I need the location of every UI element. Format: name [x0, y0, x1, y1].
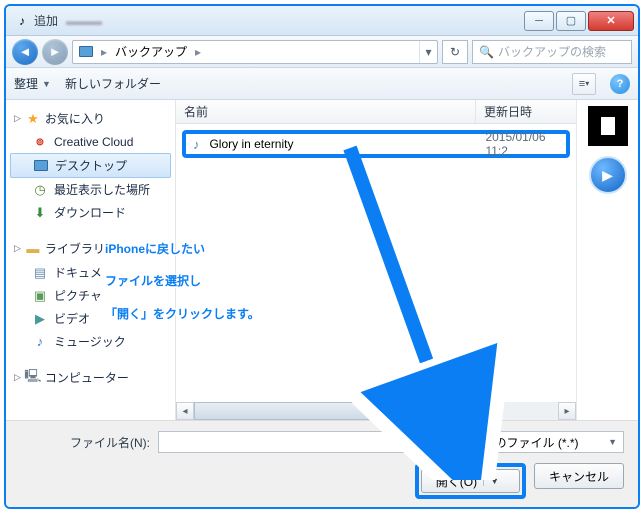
title-extra: ▬▬▬	[66, 14, 102, 28]
window-buttons: ─ ▢ ✕	[524, 11, 634, 31]
open-button-highlight: 開く(O)▼	[415, 463, 526, 499]
forward-button[interactable]: ►	[42, 39, 68, 65]
file-date: 2015/01/06 11:2	[485, 130, 563, 158]
refresh-button[interactable]: ↻	[442, 40, 468, 64]
toolbar: 整理▼ 新しいフォルダー ≡▾ ?	[6, 68, 638, 100]
dialog-body: ▷★ お気に入り ⊚ Creative Cloud デスクトップ ◷ 最近表示し…	[6, 100, 638, 420]
sidebar-item-documents[interactable]: ▤ ドキュメ	[6, 261, 175, 284]
music-icon: ♪	[32, 334, 48, 350]
audio-file-icon: ♪	[189, 136, 203, 152]
picture-icon: ▣	[32, 288, 48, 304]
file-list: 名前 更新日時 ♪ Glory in eternity 2015/01/06 1…	[176, 100, 576, 420]
breadcrumb-pc-icon	[79, 46, 93, 57]
back-button[interactable]: ◄	[12, 39, 38, 65]
app-icon: ♪	[14, 13, 30, 29]
creative-cloud-icon: ⊚	[32, 134, 48, 150]
main-area: 名前 更新日時 ♪ Glory in eternity 2015/01/06 1…	[176, 100, 638, 420]
sidebar-item-creative-cloud[interactable]: ⊚ Creative Cloud	[6, 131, 175, 153]
star-icon: ★	[25, 111, 41, 127]
organize-menu[interactable]: 整理▼	[14, 75, 51, 92]
titlebar[interactable]: ♪ 追加 ▬▬▬ ─ ▢ ✕	[6, 6, 638, 36]
preview-pane: ▶	[576, 100, 638, 420]
library-icon: ▬	[25, 241, 41, 257]
filename-label: ファイル名(N):	[20, 434, 150, 451]
preview-thumbnail	[588, 106, 628, 146]
file-row[interactable]: ♪ Glory in eternity 2015/01/06 11:2	[189, 130, 563, 158]
list-header: 名前 更新日時	[176, 100, 576, 124]
view-button[interactable]: ≡▾	[572, 73, 596, 95]
breadcrumb-sep-icon: ▸	[193, 45, 203, 59]
new-folder-button[interactable]: 新しいフォルダー	[65, 75, 161, 92]
sidebar-item-pictures[interactable]: ▣ ピクチャ	[6, 284, 175, 307]
window-title: 追加	[34, 12, 58, 29]
scroll-thumb[interactable]	[194, 402, 412, 420]
column-name[interactable]: 名前	[176, 100, 476, 123]
open-split-icon[interactable]: ▼	[483, 476, 505, 486]
search-icon: 🔍	[479, 45, 494, 59]
help-button[interactable]: ?	[610, 74, 630, 94]
dialog-window: ♪ 追加 ▬▬▬ ─ ▢ ✕ ◄ ► ▸ バックアップ ▸ ▾ ↻ 🔍 バックア…	[4, 4, 640, 509]
scroll-right-button[interactable]: ▸	[558, 402, 576, 420]
address-bar[interactable]: ▸ バックアップ ▸ ▾	[72, 40, 438, 64]
open-button[interactable]: 開く(O)▼	[421, 469, 520, 493]
computer-icon: 🖳	[25, 370, 41, 386]
sidebar: ▷★ お気に入り ⊚ Creative Cloud デスクトップ ◷ 最近表示し…	[6, 100, 176, 420]
video-icon: ▶	[32, 311, 48, 327]
nav-row: ◄ ► ▸ バックアップ ▸ ▾ ↻ 🔍 バックアップの検索	[6, 36, 638, 68]
sidebar-libraries-header[interactable]: ▷▬ ライブラリ	[6, 236, 175, 261]
document-icon: ▤	[32, 265, 48, 281]
filename-dropdown[interactable]: ▼	[438, 431, 456, 453]
breadcrumb-sep-icon: ▸	[99, 45, 109, 59]
sidebar-item-recent[interactable]: ◷ 最近表示した場所	[6, 178, 175, 201]
sidebar-item-desktop[interactable]: デスクトップ	[10, 153, 171, 178]
cancel-button[interactable]: キャンセル	[534, 463, 624, 489]
maximize-button[interactable]: ▢	[556, 11, 586, 31]
address-dropdown[interactable]: ▾	[419, 41, 437, 63]
file-type-filter[interactable]: べてのファイル (*.*)▼	[464, 431, 624, 453]
dialog-footer: ファイル名(N): ▼ べてのファイル (*.*)▼ 開く(O)▼ キャンセル	[6, 420, 638, 509]
scroll-track[interactable]	[194, 402, 558, 420]
file-name: Glory in eternity	[209, 137, 479, 151]
scroll-left-button[interactable]: ◂	[176, 402, 194, 420]
play-button[interactable]: ▶	[589, 156, 627, 194]
search-placeholder: バックアップの検索	[498, 43, 606, 60]
search-input[interactable]: 🔍 バックアップの検索	[472, 40, 632, 64]
file-row-highlight: ♪ Glory in eternity 2015/01/06 11:2	[182, 130, 570, 158]
sidebar-item-videos[interactable]: ▶ ビデオ	[6, 307, 175, 330]
sidebar-item-music[interactable]: ♪ ミュージック	[6, 330, 175, 353]
desktop-icon	[33, 158, 49, 174]
close-button[interactable]: ✕	[588, 11, 634, 31]
filename-input[interactable]	[158, 431, 430, 453]
recent-icon: ◷	[32, 182, 48, 198]
minimize-button[interactable]: ─	[524, 11, 554, 31]
download-icon: ⬇	[32, 205, 48, 221]
column-date[interactable]: 更新日時	[476, 103, 576, 120]
breadcrumb-folder[interactable]: バックアップ	[109, 41, 193, 63]
sidebar-item-downloads[interactable]: ⬇ ダウンロード	[6, 201, 175, 224]
sidebar-favorites-header[interactable]: ▷★ お気に入り	[6, 106, 175, 131]
horizontal-scrollbar[interactable]: ◂ ▸	[176, 402, 576, 420]
sidebar-computer-header[interactable]: ▷🖳 コンピューター	[6, 365, 175, 390]
